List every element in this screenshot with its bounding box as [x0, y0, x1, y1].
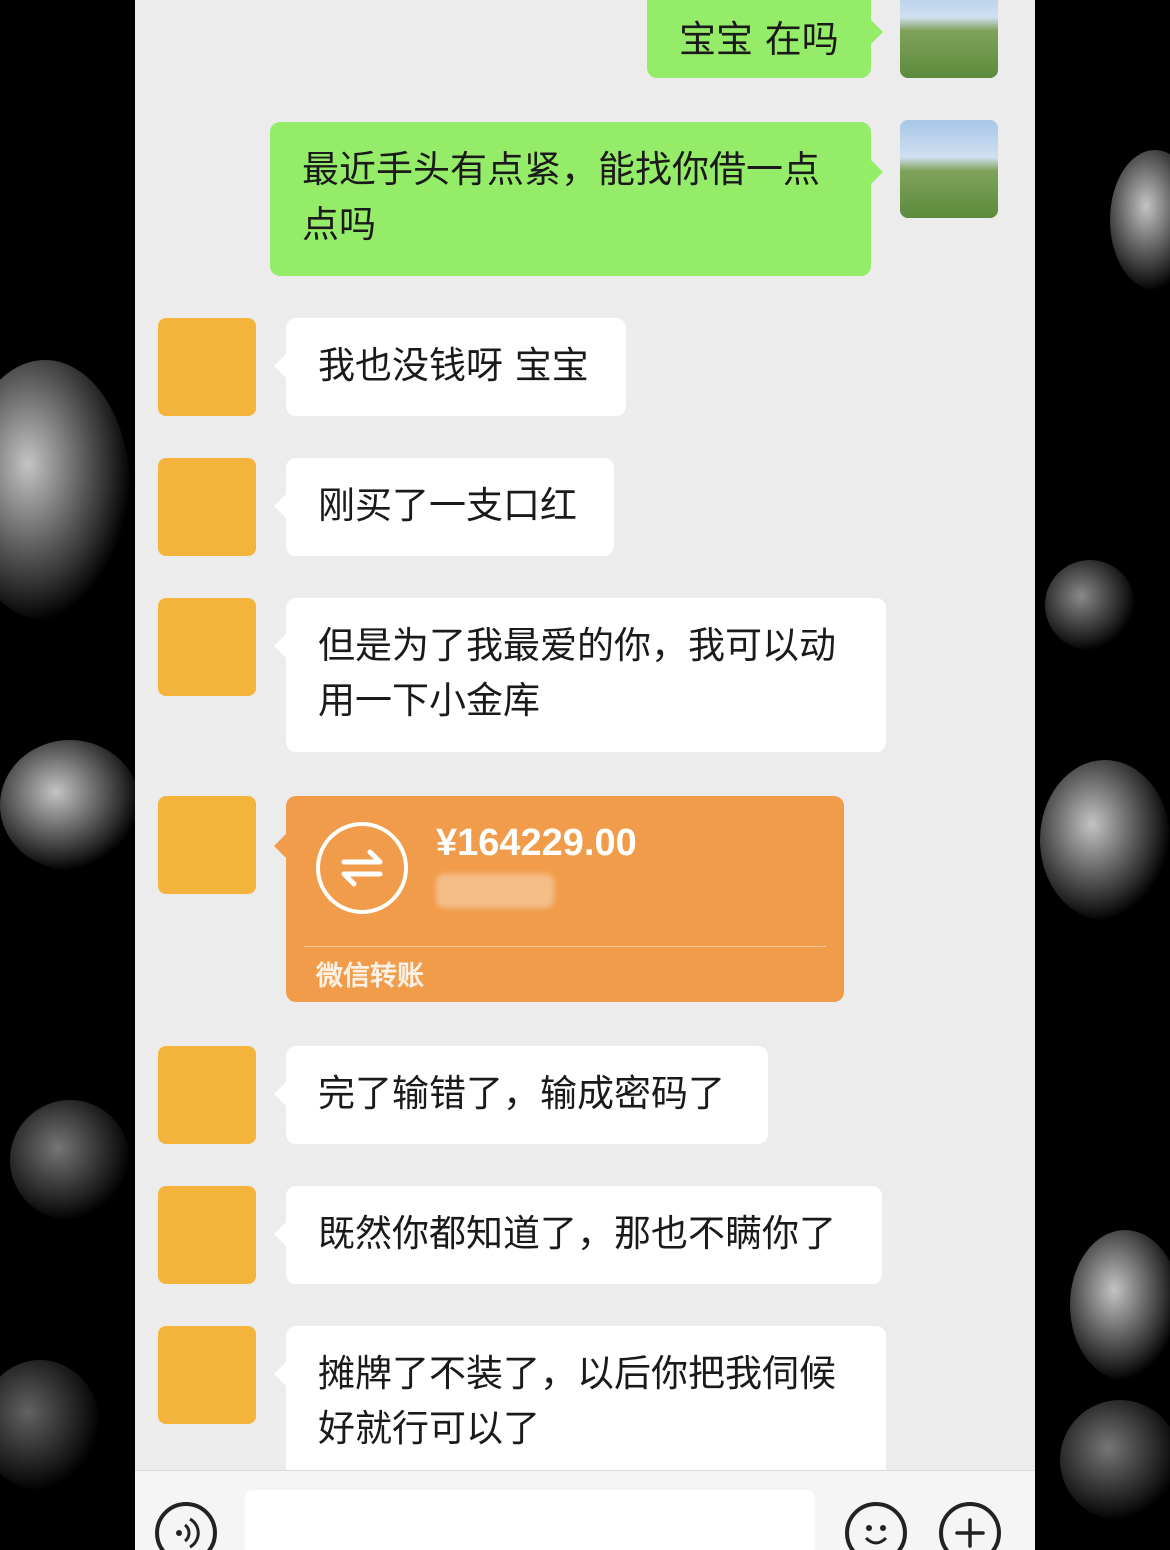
bubble-tail	[274, 354, 286, 378]
feather-decoration	[1045, 560, 1135, 650]
avatar[interactable]	[158, 796, 256, 894]
plus-icon[interactable]	[939, 1502, 1001, 1550]
bubble-tail	[274, 494, 286, 518]
message-bubble[interactable]: 刚买了一支口红	[286, 458, 614, 556]
emoji-icon[interactable]	[845, 1502, 907, 1550]
message-text: 刚买了一支口红	[318, 484, 577, 527]
message-text: 宝宝 在吗	[679, 18, 839, 61]
message-text: 最近手头有点紧，能找你借一点点吗	[302, 148, 820, 246]
feather-decoration	[0, 1360, 100, 1490]
transfer-amount: ¥164229.00	[436, 822, 637, 864]
avatar[interactable]	[900, 0, 998, 78]
message-text: 但是为了我最爱的你，我可以动用一下小金库	[318, 624, 836, 722]
message-bubble[interactable]: 最近手头有点紧，能找你借一点点吗	[270, 122, 871, 276]
avatar[interactable]	[900, 120, 998, 218]
transfer-label: 微信转账	[316, 961, 424, 992]
avatar[interactable]	[158, 1326, 256, 1424]
voice-icon[interactable]	[155, 1502, 217, 1550]
message-text: 既然你都知道了，那也不瞒你了	[318, 1212, 836, 1255]
message-bubble[interactable]: 宝宝 在吗	[647, 0, 871, 78]
message-bubble[interactable]: 既然你都知道了，那也不瞒你了	[286, 1186, 882, 1284]
message-text: 摊牌了不装了，以后你把我伺候好就行可以了	[318, 1352, 836, 1450]
transfer-arrows-icon	[316, 822, 408, 914]
avatar[interactable]	[158, 598, 256, 696]
feather-decoration	[1040, 760, 1170, 920]
bubble-tail	[871, 20, 883, 44]
feather-decoration	[0, 360, 130, 620]
message-text: 完了输错了，输成密码了	[318, 1072, 725, 1115]
bubble-tail	[274, 1222, 286, 1246]
bubble-tail	[274, 1082, 286, 1106]
bubble-tail	[871, 160, 883, 184]
feather-decoration	[10, 1100, 130, 1220]
transfer-card[interactable]: ¥164229.00 微信转账	[274, 796, 844, 1002]
blurred-note	[436, 874, 554, 908]
bubble-tail	[274, 1362, 286, 1386]
chat-window: 宝宝 在吗 最近手头有点紧，能找你借一点点吗 我也没钱呀 宝宝 刚买了一支口红 …	[135, 0, 1035, 1550]
message-bubble[interactable]: 但是为了我最爱的你，我可以动用一下小金库	[286, 598, 886, 752]
feather-decoration	[1110, 150, 1170, 290]
avatar[interactable]	[158, 1046, 256, 1144]
feather-decoration	[1070, 1230, 1170, 1380]
bubble-tail	[274, 634, 286, 658]
bubble-tail	[274, 834, 286, 858]
feather-decoration	[0, 740, 140, 870]
message-bubble[interactable]: 摊牌了不装了，以后你把我伺候好就行可以了	[286, 1326, 886, 1480]
message-bubble[interactable]: 我也没钱呀 宝宝	[286, 318, 626, 416]
message-input[interactable]	[245, 1490, 815, 1550]
avatar[interactable]	[158, 1186, 256, 1284]
message-bubble[interactable]: 完了输错了，输成密码了	[286, 1046, 768, 1144]
avatar[interactable]	[158, 458, 256, 556]
divider	[304, 946, 826, 947]
avatar[interactable]	[158, 318, 256, 416]
message-text: 我也没钱呀 宝宝	[318, 344, 589, 387]
feather-decoration	[1060, 1400, 1170, 1520]
